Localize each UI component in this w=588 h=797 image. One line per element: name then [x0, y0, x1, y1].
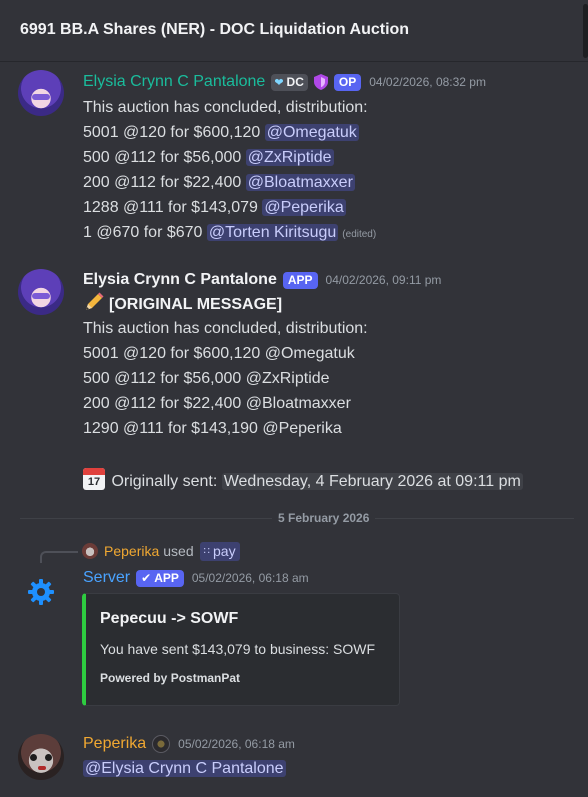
content-line: [ORIGINAL MESSAGE] — [83, 291, 523, 316]
content-line: 17 Originally sent: Wednesday, 4 Februar… — [83, 468, 523, 493]
timestamp[interactable]: 04/02/2026, 08:32 pm — [369, 75, 486, 89]
message-header: Server ✔ APP 05/02/2026, 06:18 am — [83, 567, 309, 589]
message-content: This auction has concluded, distribution… — [83, 95, 376, 245]
line-text: 5001 @120 for $600,120 — [83, 124, 265, 141]
avatar[interactable] — [18, 734, 64, 780]
content-line: 500 @112 for $56,000 @ZxRiptide — [83, 370, 330, 387]
channel-title: 6991 BB.A Shares (NER) - DOC Liquidation… — [20, 21, 410, 38]
check-icon: ✔ — [141, 571, 152, 585]
pencil-icon — [86, 292, 104, 310]
content-line: 1288 @111 for $143,079 @Peperika — [83, 195, 376, 220]
heart-icon: ❤ — [274, 76, 284, 89]
message-content: @Elysia Crynn C Pantalone — [83, 756, 286, 781]
calendar-icon: 17 — [83, 468, 105, 490]
line-text: This auction has concluded, distribution… — [83, 99, 368, 116]
user-mention[interactable]: @Bloatmaxxer — [245, 174, 355, 191]
sent-timestamp[interactable]: Wednesday, 4 February 2026 at 09:11 pm — [221, 473, 523, 490]
message-header: Elysia Crynn C Pantalone APP 04/02/2026,… — [83, 269, 441, 291]
user-mention[interactable]: @Omegatuk — [264, 124, 359, 141]
line-text: 500 @112 for $56,000 — [83, 149, 246, 166]
embed-title: Pepecuu -> SOWF — [100, 610, 239, 627]
content-line: This auction has concluded, distribution… — [83, 95, 376, 120]
app-tag-label: APP — [154, 571, 179, 585]
content-line: This auction has concluded, distribution… — [83, 320, 368, 337]
message-content: [ORIGINAL MESSAGE] This auction has conc… — [83, 291, 523, 493]
user-mention[interactable]: @ZxRiptide — [245, 149, 334, 166]
content-line: @Elysia Crynn C Pantalone — [83, 756, 286, 781]
reply-spine — [40, 551, 78, 563]
shield-icon[interactable] — [313, 74, 328, 90]
user-mention[interactable]: @Elysia Crynn C Pantalone — [83, 760, 286, 777]
command-reply-context[interactable]: Peperika used ∷ pay — [82, 541, 240, 561]
channel-header: 6991 BB.A Shares (NER) - DOC Liquidation… — [0, 0, 588, 62]
content-line: 5001 @120 for $600,120 @Omegatuk — [83, 345, 355, 362]
author-name[interactable]: Elysia Crynn C Pantalone — [83, 73, 265, 91]
command-name: pay — [213, 543, 236, 559]
author-name[interactable]: Peperika — [83, 735, 146, 753]
scrollbar[interactable] — [583, 4, 588, 58]
message-header: Elysia Crynn C Pantalone ❤ DC OP 04/02/2… — [83, 71, 486, 93]
edited-label: (edited) — [342, 229, 377, 240]
message-heading: [ORIGINAL MESSAGE] — [109, 296, 283, 313]
gear-icon[interactable] — [27, 578, 55, 606]
embed-footer: Powered by PostmanPat — [100, 671, 241, 685]
reply-username[interactable]: Peperika — [104, 543, 159, 559]
author-name[interactable]: Elysia Crynn C Pantalone — [83, 271, 277, 289]
embed-card: Pepecuu -> SOWF You have sent $143,079 t… — [82, 593, 400, 706]
command-icon: ∷ — [203, 545, 210, 557]
line-text: 1288 @111 for $143,079 — [83, 199, 263, 216]
content-line: 200 @112 for $22,400 @Bloatmaxxer — [83, 170, 376, 195]
content-line: 1 @670 for $670 @Torten Kiritsugu (edited… — [83, 220, 376, 245]
date-divider-label: 5 February 2026 — [272, 511, 376, 525]
embed-description: You have sent $143,079 to business: SOWF — [100, 641, 375, 657]
content-line: 1290 @111 for $143,190 @Peperika — [83, 420, 342, 437]
line-text: 1 @670 for $670 — [83, 224, 207, 241]
verified-app-tag: ✔ APP — [136, 569, 184, 587]
op-tag: OP — [333, 73, 362, 91]
guild-badge-icon[interactable] — [152, 735, 171, 753]
user-mention[interactable]: @Peperika — [262, 199, 346, 216]
app-tag: APP — [282, 271, 318, 289]
guild-tag[interactable]: ❤ DC — [271, 73, 308, 91]
user-mention[interactable]: @Torten Kiritsugu — [206, 224, 339, 241]
content-line: 5001 @120 for $600,120 @Omegatuk — [83, 120, 376, 145]
timestamp[interactable]: 05/02/2026, 06:18 am — [192, 571, 309, 585]
content-line: 200 @112 for $22,400 @Bloatmaxxer — [83, 395, 351, 412]
avatar[interactable] — [18, 269, 64, 315]
content-line: 500 @112 for $56,000 @ZxRiptide — [83, 145, 376, 170]
avatar[interactable] — [18, 70, 64, 116]
timestamp[interactable]: 05/02/2026, 06:18 am — [178, 737, 295, 751]
line-text: 200 @112 for $22,400 — [83, 174, 246, 191]
author-name[interactable]: Server — [83, 569, 130, 587]
reply-used-label: used — [163, 543, 194, 559]
timestamp[interactable]: 04/02/2026, 09:11 pm — [326, 273, 442, 287]
command-chip[interactable]: ∷ pay — [199, 541, 240, 561]
guild-tag-label: DC — [286, 75, 304, 89]
reply-avatar[interactable] — [82, 543, 98, 559]
message-header: Peperika 05/02/2026, 06:18 am — [83, 733, 295, 755]
sent-label: Originally sent: — [111, 473, 222, 490]
